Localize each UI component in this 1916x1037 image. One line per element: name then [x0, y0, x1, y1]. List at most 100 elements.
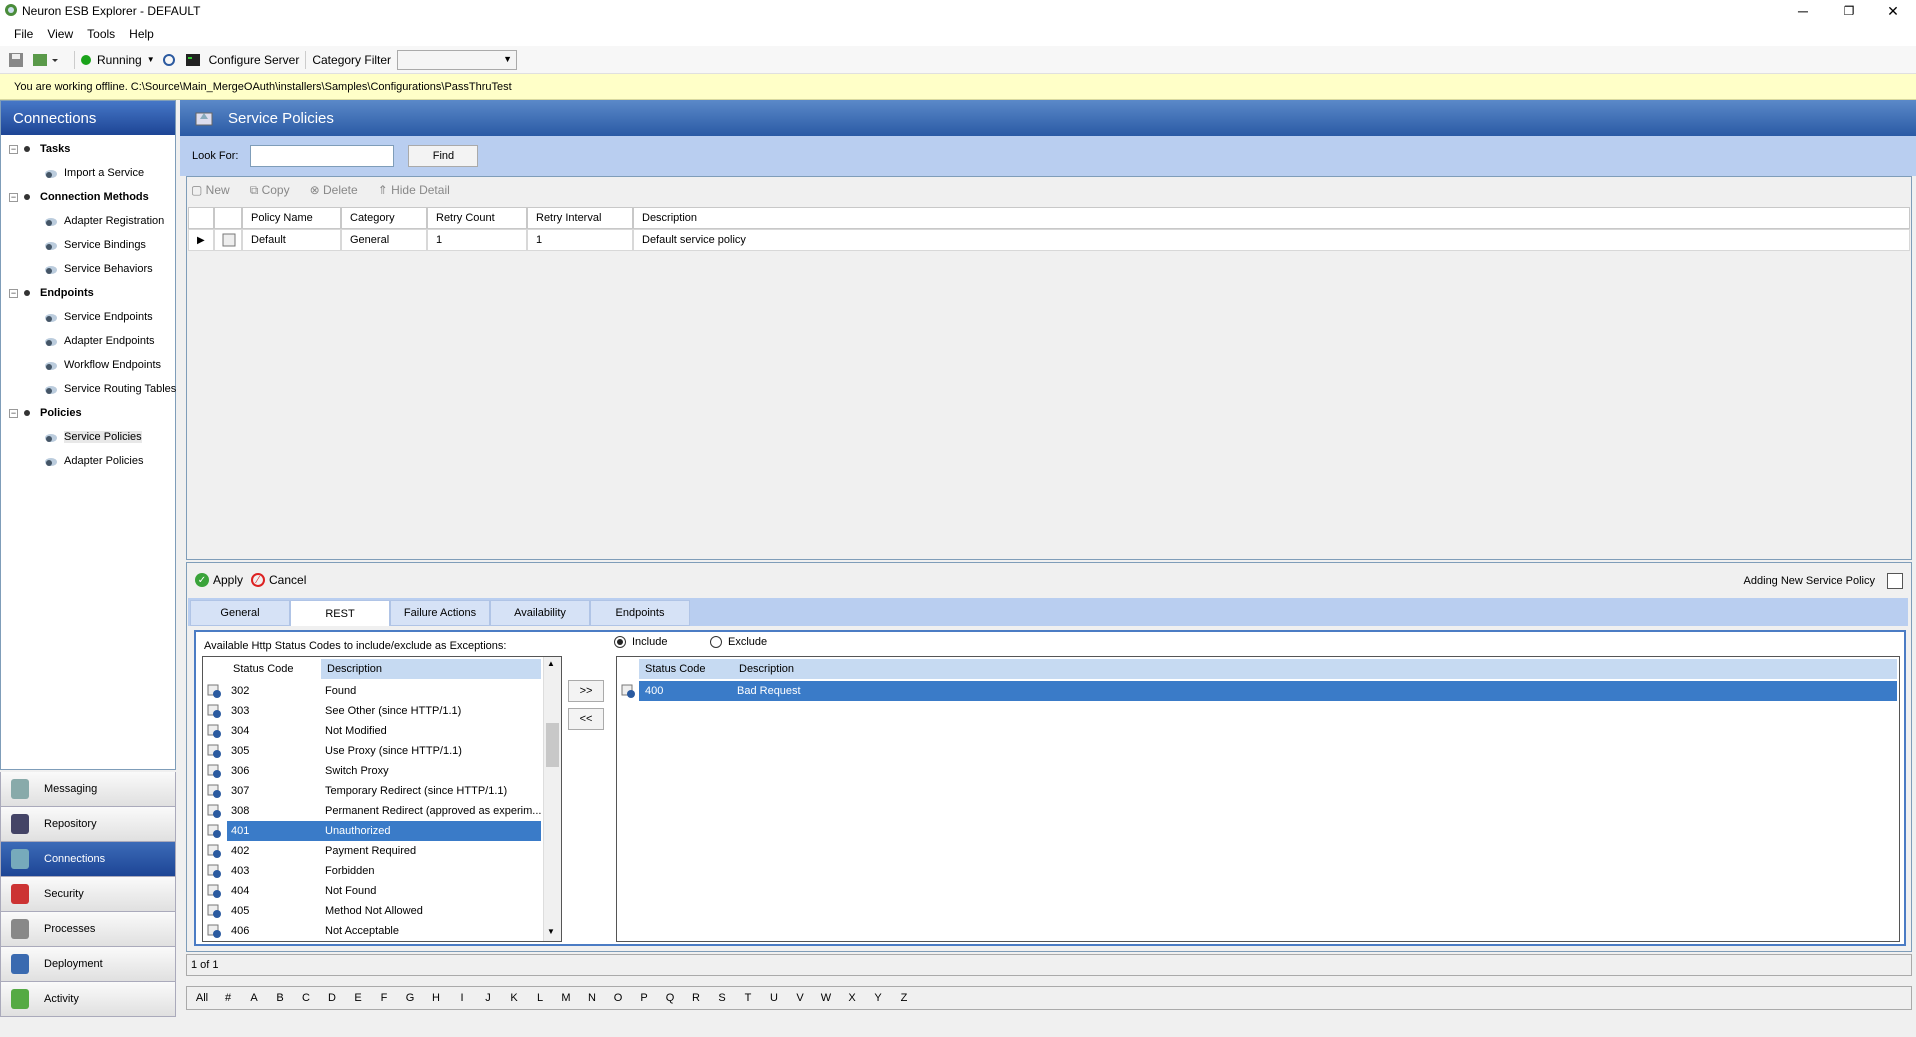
available-code[interactable]: 402 [227, 841, 321, 861]
available-code[interactable]: 406 [227, 921, 321, 941]
scroll-down-icon[interactable]: ▼ [547, 927, 555, 936]
alpha-filter-l[interactable]: L [527, 992, 553, 1004]
restore-button[interactable]: ❐ [1826, 0, 1872, 22]
tree-item-adapter-registration[interactable]: Adapter Registration [1, 209, 175, 233]
nav-security[interactable]: Security [0, 877, 176, 912]
add-code-button[interactable]: >> [568, 680, 604, 702]
alpha-filter-x[interactable]: X [839, 992, 865, 1004]
alpha-filter-w[interactable]: W [813, 992, 839, 1004]
tree-group-tasks[interactable]: − Tasks [1, 137, 175, 161]
console-icon[interactable] [185, 52, 201, 68]
collapse-icon[interactable]: − [9, 408, 18, 418]
delete-button[interactable]: ⊗ Delete [310, 183, 368, 197]
alpha-filter-c[interactable]: C [293, 992, 319, 1004]
nav-deployment[interactable]: Deployment [0, 947, 176, 982]
refresh-icon[interactable] [161, 52, 177, 68]
nav-connections[interactable]: Connections [0, 842, 176, 877]
alpha-filter-v[interactable]: V [787, 992, 813, 1004]
scroll-thumb[interactable] [546, 723, 559, 767]
available-code[interactable]: 401 [227, 821, 321, 841]
alpha-filter-u[interactable]: U [761, 992, 787, 1004]
column-header-retry-interval[interactable]: Retry Interval [527, 207, 633, 229]
running-status[interactable]: Running [97, 53, 142, 67]
available-description[interactable]: Not Found [321, 881, 541, 901]
minimize-button[interactable]: ─ [1780, 0, 1826, 22]
available-code[interactable]: 303 [227, 701, 321, 721]
available-header-status-code[interactable]: Status Code [227, 659, 321, 679]
exclude-radio[interactable]: Exclude [710, 636, 767, 648]
menu-tools[interactable]: Tools [87, 27, 115, 41]
available-code[interactable]: 403 [227, 861, 321, 881]
tab-failure-actions[interactable]: Failure Actions [390, 600, 490, 626]
collapse-icon[interactable]: − [9, 288, 18, 298]
tab-endpoints[interactable]: Endpoints [590, 600, 690, 626]
chevron-down-icon[interactable]: ▼ [147, 55, 155, 64]
maximize-detail-icon[interactable] [1887, 573, 1903, 589]
available-description[interactable]: Forbidden [321, 861, 541, 881]
alpha-filter-k[interactable]: K [501, 992, 527, 1004]
category-filter-select[interactable]: ▼ [397, 49, 518, 70]
configure-server-button[interactable]: Configure Server [209, 53, 300, 67]
menu-view[interactable]: View [47, 27, 73, 41]
alpha-filter-o[interactable]: O [605, 992, 631, 1004]
alpha-filter-s[interactable]: S [709, 992, 735, 1004]
available-code[interactable]: 404 [227, 881, 321, 901]
available-description[interactable]: Not Acceptable [321, 921, 541, 941]
tree-item-service-policies[interactable]: Service Policies [1, 425, 175, 449]
apply-button[interactable]: ✓ Apply [195, 573, 243, 587]
tree-group-connection-methods[interactable]: − Connection Methods [1, 185, 175, 209]
menu-file[interactable]: File [14, 27, 33, 41]
available-code[interactable]: 307 [227, 781, 321, 801]
scrollbar[interactable]: ▲ ▼ [543, 657, 561, 941]
tree-item-adapter-policies[interactable]: Adapter Policies [1, 449, 175, 473]
available-code[interactable]: 302 [227, 681, 321, 701]
nav-repository[interactable]: Repository [0, 807, 176, 842]
column-header-retry-count[interactable]: Retry Count [427, 207, 527, 229]
alpha-filter-y[interactable]: Y [865, 992, 891, 1004]
nav-messaging[interactable]: Messaging [0, 772, 176, 807]
new-button[interactable]: ▢ New [191, 183, 240, 197]
tab-general[interactable]: General [190, 600, 290, 626]
close-button[interactable]: ✕ [1870, 0, 1916, 22]
include-radio[interactable]: Include [614, 636, 667, 648]
collapse-icon[interactable]: − [9, 144, 18, 154]
open-config-icon[interactable] [32, 52, 60, 68]
alpha-filter-a[interactable]: A [241, 992, 267, 1004]
available-description[interactable]: Use Proxy (since HTTP/1.1) [321, 741, 541, 761]
column-header-policy-name[interactable]: Policy Name [242, 207, 341, 229]
collapse-icon[interactable]: − [9, 192, 18, 202]
available-description[interactable]: Not Modified [321, 721, 541, 741]
selected-header-description[interactable]: Description [733, 659, 1897, 679]
alpha-filter-r[interactable]: R [683, 992, 709, 1004]
available-code[interactable]: 305 [227, 741, 321, 761]
alpha-filter-e[interactable]: E [345, 992, 371, 1004]
tab-rest[interactable]: REST [290, 600, 390, 626]
column-header-category[interactable]: Category [341, 207, 427, 229]
available-description[interactable]: Temporary Redirect (since HTTP/1.1) [321, 781, 541, 801]
row-selector-icon[interactable]: ▶ [188, 229, 214, 251]
available-description[interactable]: See Other (since HTTP/1.1) [321, 701, 541, 721]
selected-description[interactable]: Bad Request [733, 681, 1897, 701]
alpha-filter-i[interactable]: I [449, 992, 475, 1004]
tree-item-import-a-service[interactable]: Import a Service [1, 161, 175, 185]
cancel-button[interactable]: ⁄ Cancel [251, 573, 306, 587]
nav-activity[interactable]: Activity [0, 982, 176, 1017]
alpha-filter-h[interactable]: H [423, 992, 449, 1004]
available-code[interactable]: 304 [227, 721, 321, 741]
look-for-input[interactable] [250, 145, 395, 167]
alpha-filter-z[interactable]: Z [891, 992, 917, 1004]
tree-item-adapter-endpoints[interactable]: Adapter Endpoints [1, 329, 175, 353]
available-codes-list[interactable]: Status Code Description 302 Found 303 See O… [202, 656, 562, 942]
selected-code[interactable]: 400 [639, 681, 733, 701]
nav-processes[interactable]: Processes [0, 912, 176, 947]
tree-item-service-endpoints[interactable]: Service Endpoints [1, 305, 175, 329]
available-code[interactable]: 308 [227, 801, 321, 821]
cell-retry-interval[interactable]: 1 [527, 229, 633, 251]
cell-description[interactable]: Default service policy [633, 229, 1910, 251]
tree-item-service-bindings[interactable]: Service Bindings [1, 233, 175, 257]
tree-item-service-behaviors[interactable]: Service Behaviors [1, 257, 175, 281]
alpha-filter-q[interactable]: Q [657, 992, 683, 1004]
alpha-filter-b[interactable]: B [267, 992, 293, 1004]
scroll-up-icon[interactable]: ▲ [547, 659, 555, 668]
alpha-filter-all[interactable]: All [189, 992, 215, 1004]
